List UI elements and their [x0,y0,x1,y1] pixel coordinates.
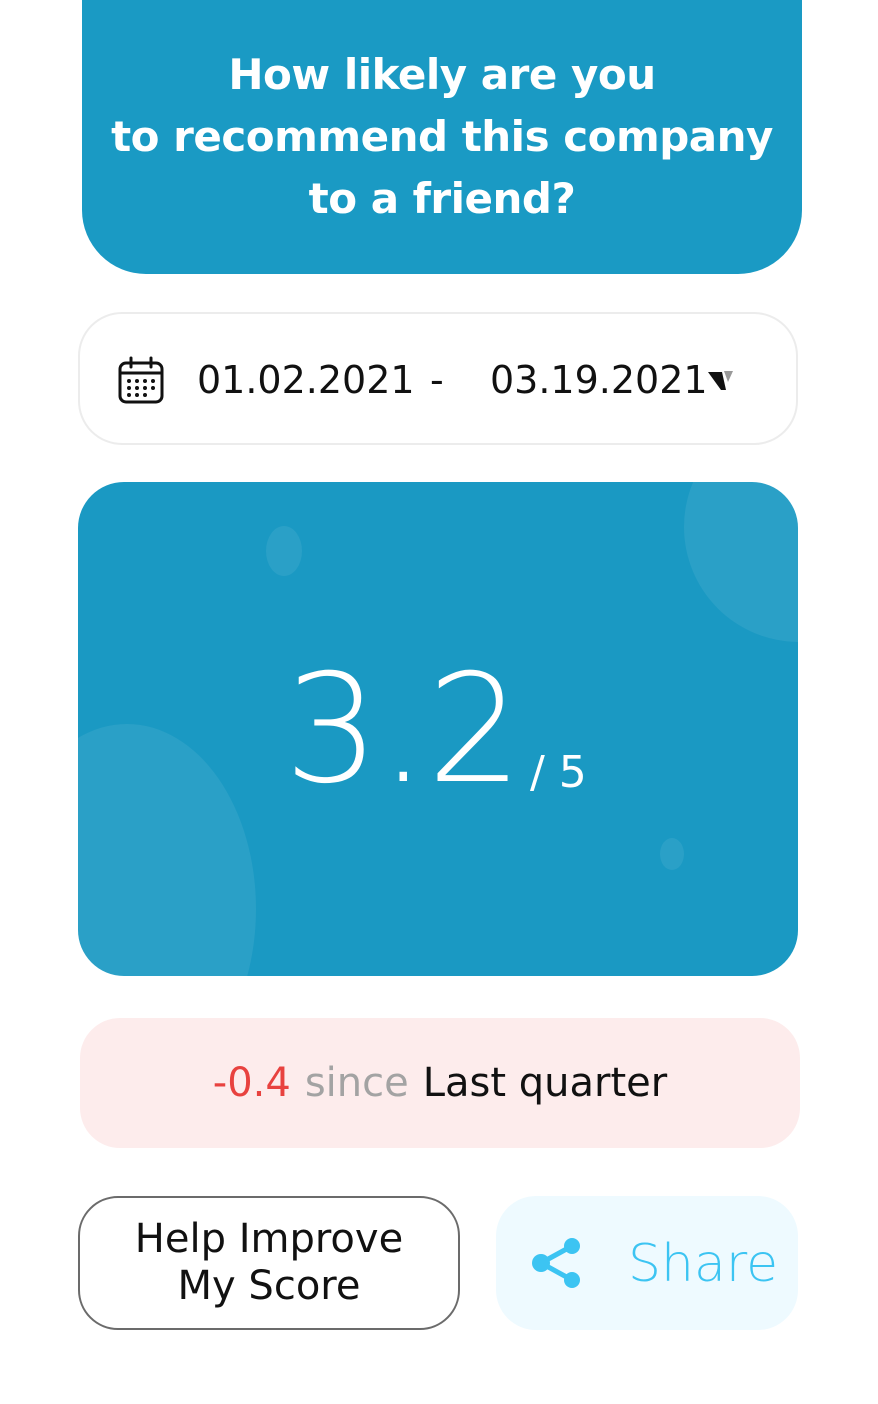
end-date[interactable]: 03.19.2021 [490,358,708,402]
help-button-label-line-1: Help Improve [134,1216,404,1262]
start-date[interactable]: 01.02.2021 [197,358,415,402]
calendar-icon [118,356,164,404]
decorative-bubble [684,482,798,642]
date-separator: - [430,358,444,402]
score-change-banner: -0.4 since Last quarter [80,1018,800,1148]
question-line-2: to recommend this company [111,112,773,161]
share-icon [532,1238,580,1288]
decorative-bubble [78,724,256,976]
help-improve-score-button[interactable]: Help Improve My Score [78,1196,460,1330]
help-button-label-line-2: My Score [177,1263,361,1309]
chevron-down-icon[interactable] [706,368,734,392]
change-period: Last quarter [422,1060,668,1106]
score-value: 3.2 [284,643,523,817]
score-max: / 5 [530,747,587,798]
question-line-1: How likely are you [228,50,656,99]
question-header: How likely are you to recommend this com… [82,0,802,274]
decorative-bubble [266,526,302,576]
change-value: -0.4 [212,1060,291,1106]
decorative-bubble [660,838,684,870]
share-button[interactable]: Share [496,1196,798,1330]
score-card: 3.2 / 5 [78,482,798,976]
question-line-3: to a friend? [308,174,576,223]
share-label: Share [628,1234,779,1294]
change-since-label: since [304,1060,409,1106]
date-range-picker[interactable]: 01.02.2021 - 03.19.2021 [78,312,798,445]
